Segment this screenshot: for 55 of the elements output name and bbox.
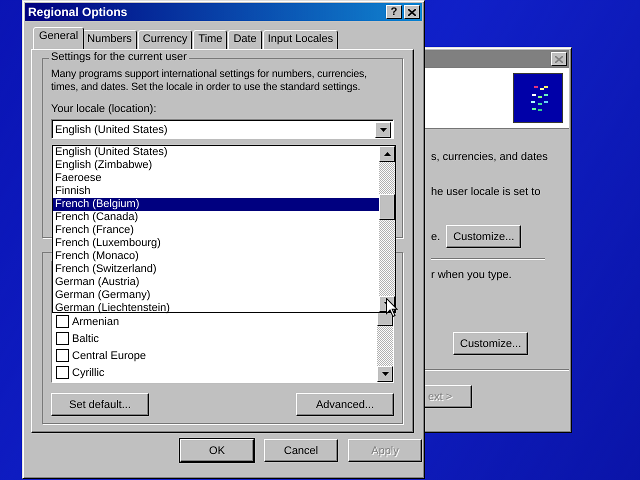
checkbox[interactable] (56, 332, 69, 345)
checkbox[interactable] (56, 315, 69, 328)
button[interactable]: OK (180, 439, 254, 462)
list-item[interactable]: Finnish (53, 185, 379, 198)
list-item[interactable]: Central Europe (72, 350, 146, 362)
dropdown-value: English (United States) (55, 124, 168, 136)
close-icon (555, 56, 563, 62)
close-icon (408, 8, 416, 16)
field-label: Your locale (location): (51, 103, 158, 115)
help-button[interactable]: ? (386, 5, 402, 19)
list-item[interactable]: French (Canada) (53, 211, 379, 224)
tab[interactable]: General (33, 27, 84, 49)
list-item[interactable]: Faeroese (53, 172, 379, 185)
list-item[interactable]: German (Austria) (53, 276, 379, 289)
list-item[interactable]: English (Zimbabwe) (53, 159, 379, 172)
scrollbar[interactable] (379, 146, 395, 312)
dropdown-button[interactable] (375, 122, 391, 138)
list-item[interactable]: French (Switzerland) (53, 263, 379, 276)
up-arrow-icon (384, 152, 390, 156)
caret-icon (380, 128, 386, 132)
description-text: Many programs support international settings for numbers, currencies, times, and dates. Set the locale in order to use the standard settings. (51, 68, 368, 94)
button[interactable]: Advanced... (296, 393, 394, 416)
list-item[interactable]: Cyrillic (72, 366, 104, 378)
tab[interactable]: Input Locales (262, 30, 338, 49)
tab[interactable]: Currency (138, 30, 192, 49)
text: he user locale is set to (431, 186, 542, 198)
window-title: Regional Options (28, 5, 128, 19)
list-item[interactable]: German (Germany) (53, 289, 379, 302)
list-item[interactable]: English (United States) (53, 146, 379, 159)
tab[interactable]: Time (193, 30, 228, 49)
checkbox[interactable] (56, 366, 69, 379)
list-item[interactable]: French (Belgium) (53, 198, 379, 211)
text: e. (431, 230, 440, 242)
list-item[interactable]: Baltic (72, 332, 99, 344)
list-item[interactable]: French (Monaco) (53, 250, 379, 263)
button[interactable]: Cancel (264, 439, 338, 462)
locale-dropdown[interactable]: English (United States) (51, 119, 394, 139)
scroll-thumb[interactable] (379, 194, 395, 220)
tab[interactable]: Numbers (82, 30, 137, 49)
checkbox[interactable] (56, 349, 69, 362)
text: s, currencies, and dates (431, 151, 549, 163)
scroll-up-button[interactable] (379, 146, 395, 162)
list-item[interactable]: Armenian (72, 316, 120, 328)
button[interactable]: Set default... (51, 393, 149, 416)
list-item[interactable]: French (France) (53, 224, 379, 237)
down-arrow-icon (382, 372, 388, 376)
scroll-down-button[interactable] (377, 366, 393, 382)
tab[interactable]: Date (228, 30, 262, 49)
button[interactable]: Customize... (453, 332, 528, 355)
group-heading: Settings for the current user (49, 51, 189, 63)
text: r when you type. (431, 269, 513, 281)
list-item[interactable]: German (Liechtenstein) (53, 302, 379, 315)
list-item[interactable]: French (Luxembourg) (53, 237, 379, 250)
close-button[interactable] (404, 5, 420, 19)
button[interactable]: Customize... (446, 225, 522, 248)
